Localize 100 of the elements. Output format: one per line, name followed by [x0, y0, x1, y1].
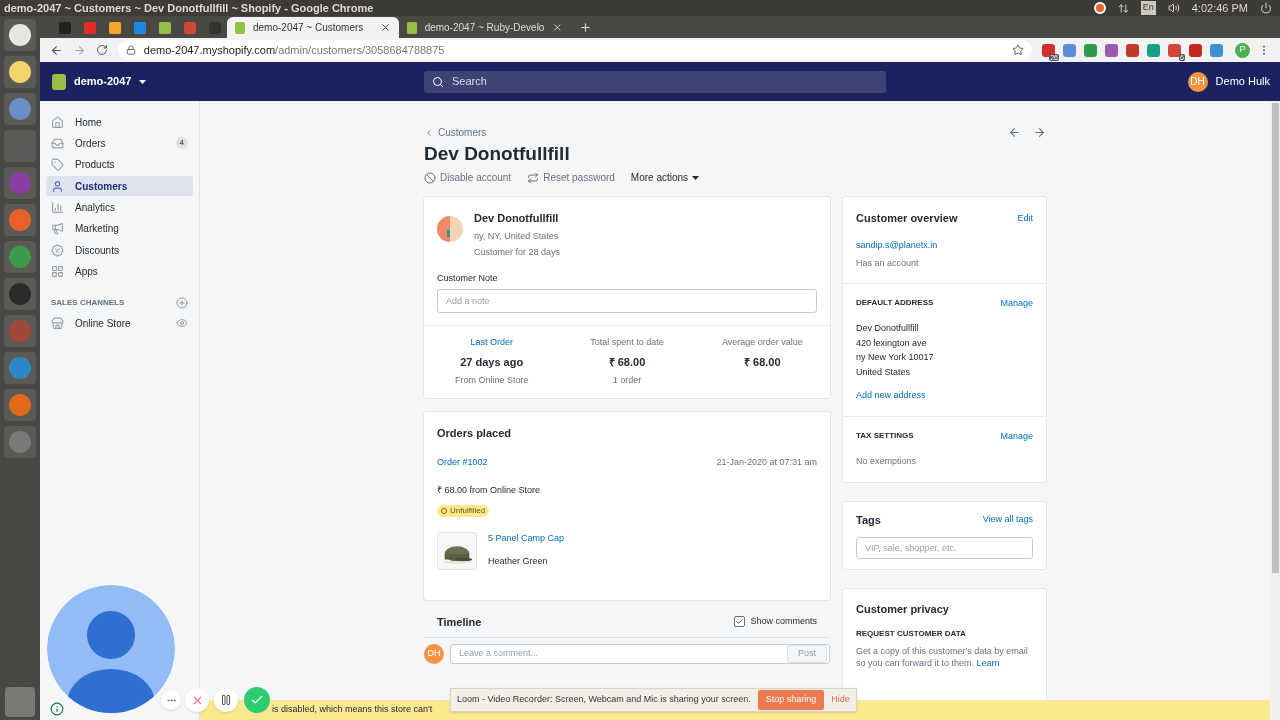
stat-label: Average order value [721, 336, 803, 349]
comment-placeholder: Leave a comment... [459, 647, 539, 661]
back-icon[interactable] [50, 43, 63, 57]
sidebar-item[interactable]: Home [46, 112, 193, 132]
avatar-icon [437, 216, 463, 242]
card-title: Customer privacy [856, 602, 950, 617]
order-total: ₹ 68.00 from Online Store [437, 483, 542, 497]
app-icon[interactable] [4, 19, 36, 51]
email-link[interactable]: sandip.s@planetx.in [856, 238, 1033, 252]
discounts-icon [51, 243, 64, 257]
banner-text: is disabled, which means this store can't [272, 703, 433, 717]
previous-icon[interactable] [1008, 126, 1021, 139]
add-icon[interactable] [176, 297, 188, 310]
tab-title: demo-2047 ~ Ruby-Develo [424, 21, 545, 35]
tab-favicon-icon[interactable] [158, 22, 171, 34]
order-link[interactable]: Order #1002 [437, 456, 488, 470]
extension-icon[interactable] [1147, 43, 1160, 57]
sidebar-item[interactable]: Analytics [46, 197, 193, 218]
account-status: Has an account [856, 257, 920, 270]
keyboard-language[interactable]: En [1140, 1, 1156, 15]
store-icon [51, 316, 64, 330]
shopify-favicon-icon [235, 21, 245, 34]
bookmark-icon[interactable] [1012, 44, 1024, 56]
browser-tab[interactable]: demo-2047 ~ Customers [227, 17, 399, 38]
clock[interactable]: 4:02:46 PM [1191, 0, 1248, 17]
address-line: 420 lexington ave [856, 336, 928, 350]
customer-since: Customer for 28 days [474, 246, 561, 259]
close-icon[interactable] [380, 22, 391, 33]
power-icon[interactable] [1260, 2, 1272, 14]
sidebar-item[interactable]: Products [46, 154, 193, 175]
status-badge: Unfulfilled [437, 505, 490, 517]
tab-favicon-icon[interactable] [83, 22, 96, 34]
address-line: United States [856, 365, 912, 379]
extension-icon[interactable] [1084, 43, 1097, 57]
orders-icon [51, 136, 64, 150]
address-line: Dev Donotfullfill [856, 322, 920, 335]
manage-link[interactable]: Manage [1000, 429, 1033, 443]
section-heading: REQUEST CUSTOMER DATA [856, 627, 967, 640]
sidebar-item[interactable]: Apps [46, 261, 193, 282]
sidebar-item[interactable]: Online Store [46, 313, 193, 334]
extension-icon[interactable] [1126, 43, 1139, 57]
sidebar-item[interactable]: Marketing [46, 218, 193, 239]
sidebar-item[interactable]: Orders 4 [46, 133, 193, 154]
reload-icon[interactable] [95, 44, 108, 56]
sidebar-item[interactable]: Customers [46, 176, 193, 197]
sidebar-item[interactable]: Discounts [46, 240, 193, 261]
scrollbar-thumb[interactable] [1271, 103, 1279, 573]
app-icon[interactable] [4, 56, 36, 88]
search-field[interactable]: Search [424, 70, 886, 93]
checkbox-label[interactable]: Show comments [750, 615, 817, 629]
chevron-left-icon [424, 127, 434, 138]
home-icon [51, 115, 64, 129]
extension-icon[interactable] [1105, 43, 1118, 57]
browser-tab[interactable]: demo-2047 ~ Ruby-Develo [399, 17, 571, 38]
shopify-favicon-icon [407, 21, 417, 34]
volume-icon[interactable] [1167, 2, 1180, 14]
section-heading: TAX SETTINGS [856, 430, 914, 443]
tab-favicon-icon[interactable] [108, 22, 121, 34]
note-field[interactable]: Add a note [437, 289, 817, 313]
new-tab-icon[interactable] [579, 21, 592, 34]
privacy-text: Get a copy of this customer's data by email so you can forward it to them. Learn [856, 644, 1029, 669]
extension-icon[interactable] [1063, 43, 1076, 57]
shopify-logo-icon [52, 73, 66, 90]
manage-link[interactable]: Manage [1000, 296, 1033, 310]
card-title: Customer overview [856, 211, 958, 226]
extension-icon[interactable] [1210, 43, 1223, 57]
order-date: 21-Jan-2020 at 07:31 am [716, 456, 817, 469]
tray-icon[interactable] [1093, 2, 1106, 14]
tab-favicon-icon[interactable] [133, 22, 146, 34]
next-icon[interactable] [1033, 126, 1046, 139]
caret-icon[interactable] [139, 79, 147, 84]
learn-link[interactable]: Learn [976, 657, 1000, 668]
extension-icon[interactable] [1189, 43, 1202, 57]
checkbox[interactable] [734, 616, 746, 628]
action-button[interactable]: Reset password [527, 170, 615, 185]
close-icon[interactable] [552, 22, 563, 33]
store-switcher[interactable]: demo-2047 [74, 73, 132, 90]
analytics-icon [51, 201, 64, 215]
stat-link[interactable]: Last Order [470, 336, 513, 350]
action-button[interactable]: Disable account [424, 170, 512, 185]
view-icon[interactable] [176, 317, 188, 330]
search-icon [432, 75, 444, 88]
address-bar[interactable]: demo-2047.myshopify.com/admin/customers/3058684788875 [117, 40, 1032, 60]
edit-link[interactable]: Edit [1017, 211, 1033, 225]
view-tags-link[interactable]: View all tags [982, 513, 1033, 527]
user-name[interactable]: Demo Hulk [1215, 73, 1270, 90]
section-heading: SALES CHANNELS [51, 297, 125, 310]
marketing-icon [51, 222, 64, 236]
count-badge: 4 [175, 137, 188, 150]
action-button[interactable]: More actions [630, 170, 700, 185]
tab-favicon-icon[interactable] [183, 22, 196, 34]
network-icon[interactable] [1117, 2, 1129, 14]
breadcrumb-link[interactable]: Customers [424, 125, 487, 140]
forward-icon[interactable] [72, 43, 86, 57]
user-avatar: DH [424, 644, 444, 664]
tags-field[interactable]: VIP, sale, shopper, etc. [856, 537, 1033, 559]
add-address-link[interactable]: Add new address [856, 389, 1033, 403]
info-icon[interactable] [50, 702, 64, 716]
section-title: Timeline [437, 614, 482, 630]
product-link[interactable]: 5 Panel Camp Cap [488, 532, 565, 546]
